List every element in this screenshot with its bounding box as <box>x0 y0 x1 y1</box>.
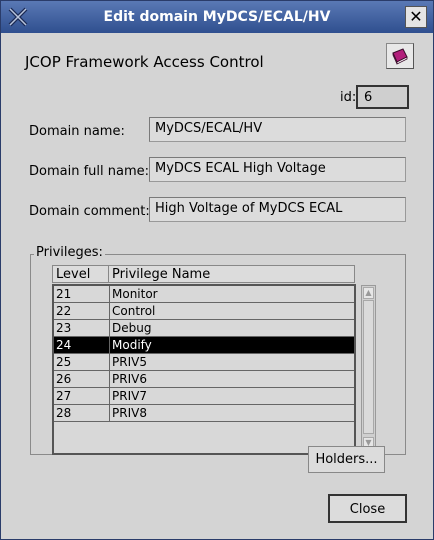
level-cell: 24 <box>54 337 110 354</box>
table-header: Level Privilege Name <box>52 265 356 283</box>
table-row[interactable]: 23 Debug <box>54 320 354 337</box>
column-header-privilege-name[interactable]: Privilege Name <box>108 265 355 283</box>
level-cell: 27 <box>54 388 110 405</box>
domain-full-name-field[interactable]: MyDCS ECAL High Voltage <box>149 157 406 182</box>
table-body: 21 Monitor 22 Control 23 Debug 24 Modify 25 PRIV5… <box>52 284 356 455</box>
scrollbar-thumb[interactable] <box>363 300 374 434</box>
privilege-name-cell: Debug <box>110 320 354 337</box>
level-cell: 23 <box>54 320 110 337</box>
table-row[interactable]: 26 PRIV6 <box>54 371 354 388</box>
privilege-name-cell: Monitor <box>110 286 354 303</box>
domain-comment-label: Domain comment: <box>29 204 150 219</box>
privilege-name-cell: Control <box>110 303 354 320</box>
privilege-name-cell: PRIV6 <box>110 371 354 388</box>
window-title: Edit domain MyDCS/ECAL/HV <box>103 9 331 25</box>
domain-full-name-label: Domain full name: <box>29 164 149 179</box>
column-header-level[interactable]: Level <box>52 265 109 283</box>
level-cell: 26 <box>54 371 110 388</box>
level-cell: 21 <box>54 286 110 303</box>
dialog-content: JCOP Framework Access Control id: 6 Doma… <box>1 33 433 539</box>
id-label: id: <box>340 90 357 105</box>
privilege-name-cell: PRIV7 <box>110 388 354 405</box>
level-cell: 28 <box>54 405 110 422</box>
scroll-up-arrow-icon[interactable]: ▲ <box>363 287 374 299</box>
domain-comment-field[interactable]: High Voltage of MyDCS ECAL <box>149 197 406 222</box>
title-bar[interactable]: Edit domain MyDCS/ECAL/HV ✕ <box>1 1 433 33</box>
book-icon <box>392 48 408 65</box>
domain-name-label: Domain name: <box>29 124 125 139</box>
privilege-name-cell: Modify <box>110 337 354 354</box>
close-button[interactable]: Close <box>328 494 407 523</box>
id-field: 6 <box>356 85 409 109</box>
table-row[interactable]: 28 PRIV8 <box>54 405 354 422</box>
table-row[interactable]: 21 Monitor <box>54 286 354 303</box>
table-row[interactable]: 25 PRIV5 <box>54 354 354 371</box>
table-row[interactable]: 27 PRIV7 <box>54 388 354 405</box>
holders-button[interactable]: Holders... <box>308 446 385 473</box>
table-row[interactable]: 24 Modify <box>54 337 354 354</box>
domain-name-field[interactable]: MyDCS/ECAL/HV <box>149 117 406 142</box>
level-cell: 25 <box>54 354 110 371</box>
app-title: JCOP Framework Access Control <box>25 53 264 71</box>
dialog-window: Edit domain MyDCS/ECAL/HV ✕ JCOP Framewo… <box>0 0 434 540</box>
window-close-button[interactable]: ✕ <box>405 6 427 28</box>
privilege-name-cell: PRIV5 <box>110 354 354 371</box>
table-row[interactable]: 22 Control <box>54 303 354 320</box>
help-button[interactable] <box>386 43 414 69</box>
close-icon: ✕ <box>409 7 423 26</box>
privileges-group-label: Privileges: <box>34 245 105 260</box>
table-scrollbar[interactable]: ▲ ▼ <box>361 285 376 451</box>
level-cell: 22 <box>54 303 110 320</box>
privilege-name-cell: PRIV8 <box>110 405 354 422</box>
